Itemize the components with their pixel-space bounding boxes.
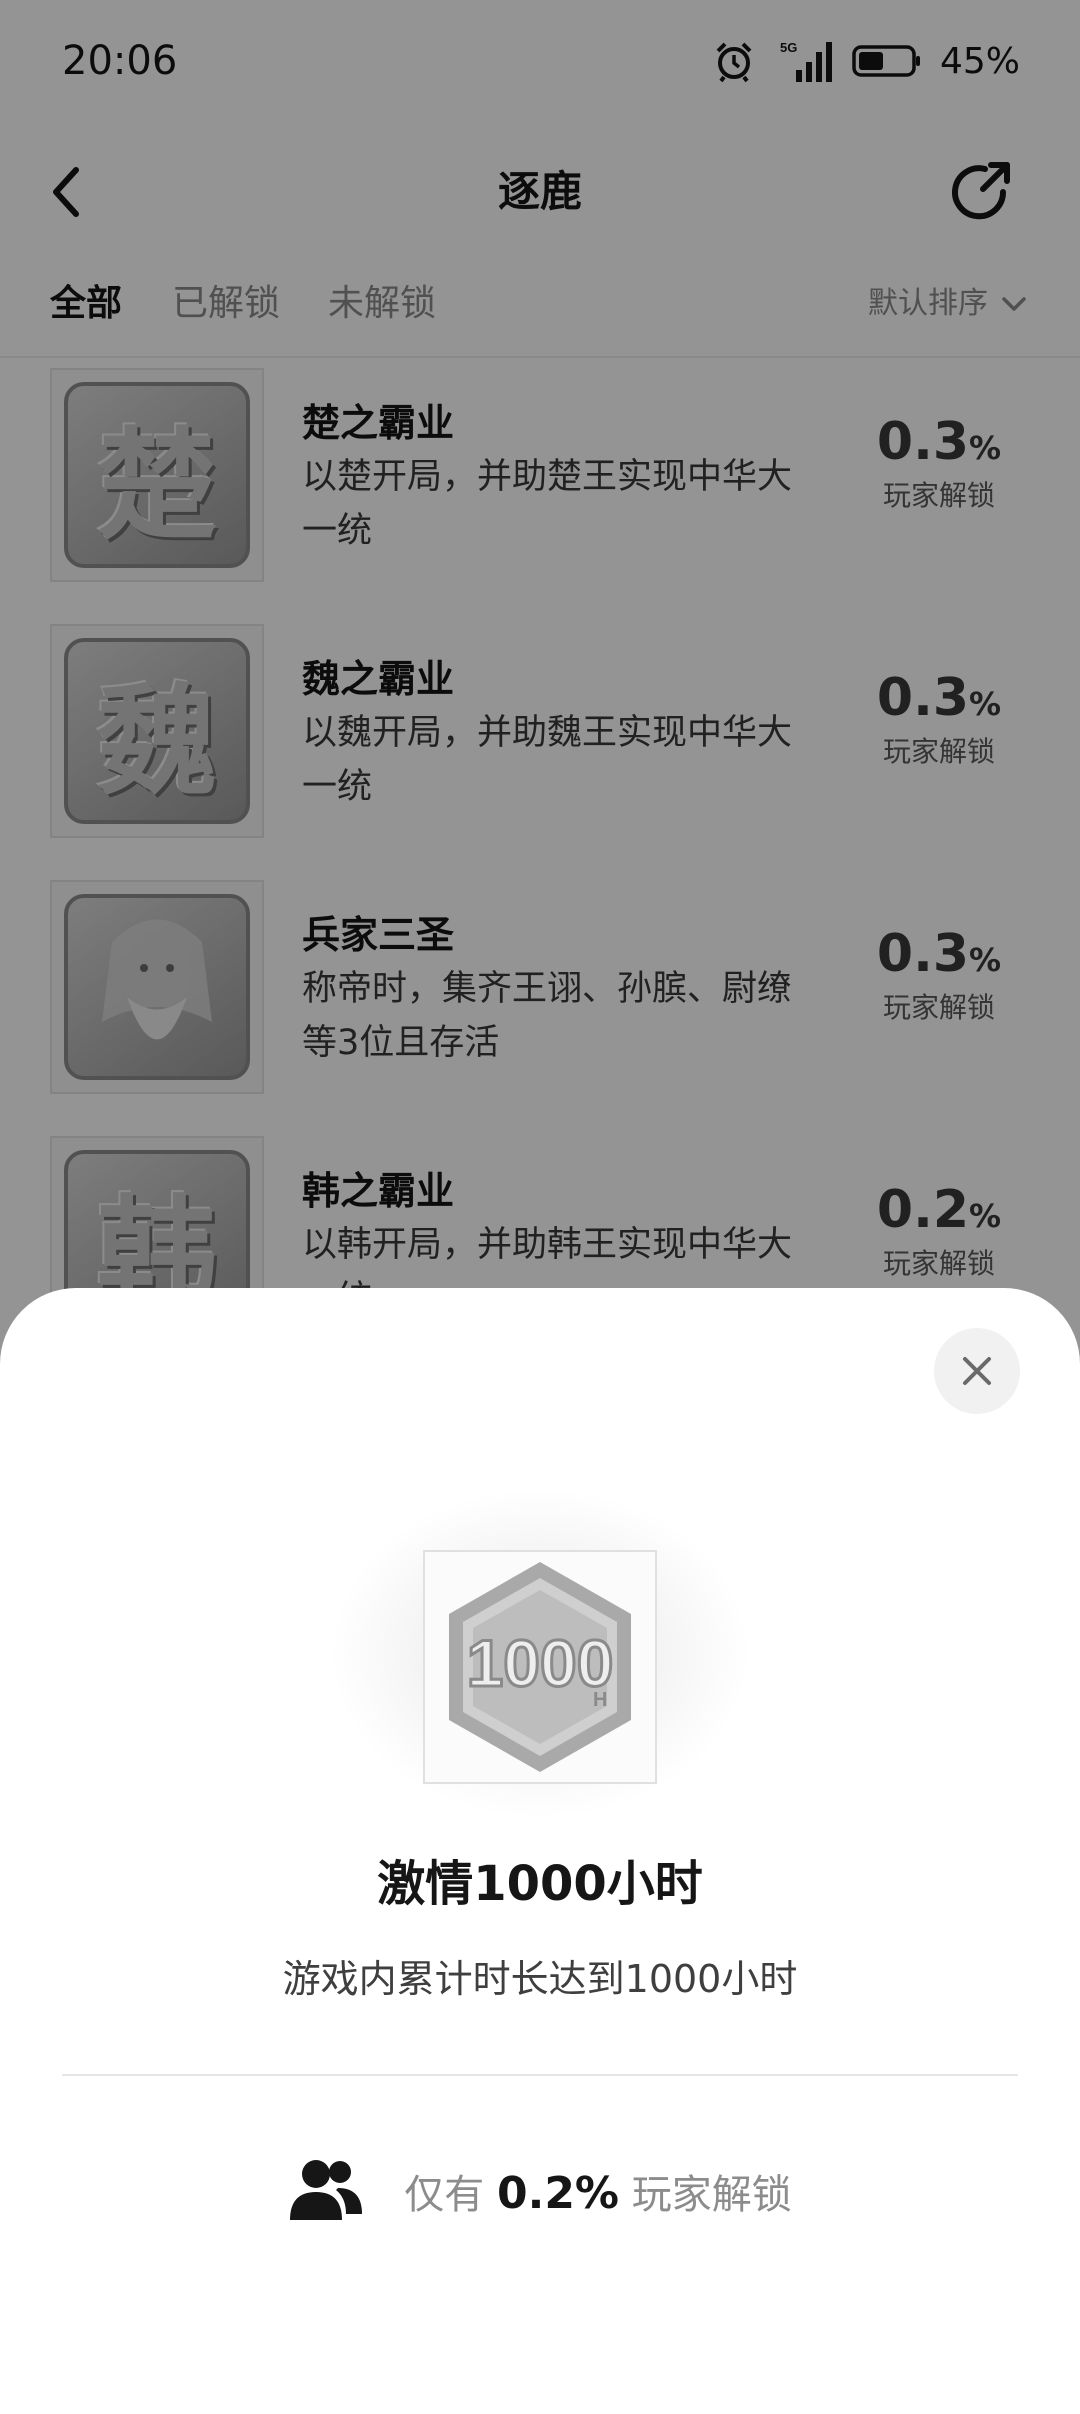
close-icon (963, 1357, 991, 1385)
close-button[interactable] (934, 1328, 1020, 1414)
hexagon-badge-icon: 1000 H (449, 1562, 631, 1772)
achievement-detail-sheet: 1000 H 激情1000小时 游戏内累计时长达到1000小时 仅有 0.2% … (0, 1288, 1080, 2414)
achievement-description: 游戏内累计时长达到1000小时 (282, 1957, 798, 2001)
achievement-badge: 1000 H (423, 1550, 657, 1784)
divider (62, 2074, 1018, 2076)
badge-number: 1000 (467, 1626, 614, 1700)
stat-value: 0.2% (496, 2168, 620, 2219)
stat-suffix: 玩家解锁 (631, 2172, 792, 2218)
stat-prefix: 仅有 (404, 2172, 485, 2218)
badge-subscript: H (593, 1689, 607, 1711)
users-icon (290, 2160, 363, 2220)
achievement-title: 激情1000小时 (377, 1856, 703, 1912)
unlock-stat-text: 仅有 0.2% 玩家解锁 (404, 2162, 791, 2220)
unlock-stat: 仅有 0.2% 玩家解锁 (0, 2146, 1080, 2236)
